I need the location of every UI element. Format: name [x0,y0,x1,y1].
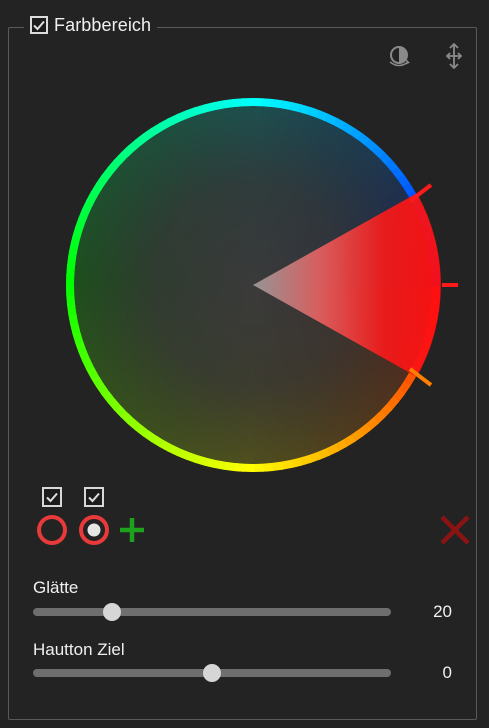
contrast-rotate-icon[interactable] [385,42,413,70]
color-wheel[interactable] [60,92,460,478]
skin-tone-target-slider-thumb[interactable] [203,664,221,682]
checkmark-icon [33,20,45,31]
group-title: Farbbereich [54,14,152,35]
smoothness-slider-track[interactable] [33,608,391,616]
range-2-ring-icon[interactable] [78,514,110,546]
skin-tone-target-value: 0 [442,663,452,682]
smoothness-label: Glätte [33,578,79,597]
skin-tone-target-label: Hautton Ziel [33,640,125,659]
add-range-button[interactable] [117,515,147,545]
group-header: Farbbereich [24,10,158,40]
range-2-checkbox[interactable] [84,487,104,507]
checkmark-icon [88,492,100,503]
move-arrows-icon[interactable] [440,42,468,70]
range-1-ring-icon[interactable] [36,514,68,546]
smoothness-slider-thumb[interactable] [102,603,121,621]
smoothness-value: 20 [433,602,452,621]
checkmark-icon [46,492,58,503]
delete-range-button[interactable] [437,512,473,548]
enable-checkbox[interactable] [30,16,48,34]
range-1-checkbox[interactable] [42,487,62,507]
